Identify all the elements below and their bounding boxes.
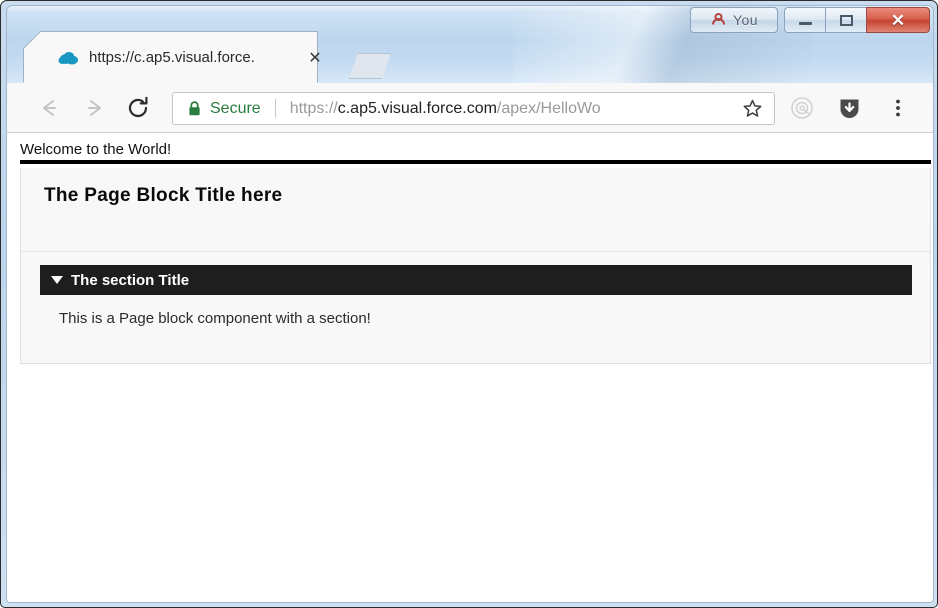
padlock-icon	[189, 101, 200, 116]
security-label: Secure	[210, 99, 261, 117]
back-button[interactable]	[34, 93, 64, 123]
back-arrow-icon	[43, 100, 56, 116]
close-button[interactable]: ✕	[866, 7, 930, 33]
section-body-text: This is a Page block component with a se…	[59, 310, 371, 327]
minimize-button[interactable]	[784, 7, 825, 33]
extension-circle-icon[interactable]	[789, 95, 815, 121]
profile-label: You	[732, 12, 759, 28]
shield-download-glyph	[840, 99, 858, 118]
extension-circle-glyph	[791, 97, 813, 119]
browser-window: https://c.ap5.visual.force. ✕ You ✕ Secu…	[0, 0, 938, 608]
window-controls: ✕	[784, 7, 930, 37]
three-dot-menu-glyph	[896, 99, 900, 117]
page-block-divider	[21, 251, 930, 252]
triangle-down-icon[interactable]	[51, 276, 63, 284]
url-host: c.ap5.visual.force.com	[337, 99, 497, 117]
url-prefix: https://	[289, 99, 338, 117]
url-text: https://c.ap5.visual.force.com/apex/Hell…	[290, 100, 743, 118]
three-dot-menu-icon[interactable]	[885, 95, 911, 121]
url-path: /apex/HelloWo	[496, 99, 601, 117]
salesforce-cloud-icon	[58, 52, 78, 65]
close-icon: ✕	[890, 10, 906, 30]
person-icon	[711, 12, 725, 25]
tab-close-icon[interactable]: ✕	[306, 50, 324, 68]
forward-arrow-icon	[88, 100, 101, 116]
browser-toolbar: Secure https://c.ap5.visual.force.com/ap…	[6, 83, 934, 133]
welcome-message: Welcome to the World!	[20, 141, 172, 158]
browser-window-inner: https://c.ap5.visual.force. ✕ You ✕ Secu…	[6, 5, 934, 603]
reload-icon	[128, 96, 148, 117]
horizontal-rule	[20, 160, 931, 164]
maximize-icon	[839, 14, 853, 26]
omnibox-divider	[274, 99, 276, 118]
page-block-title: The Page Block Title here	[44, 185, 283, 206]
page-block: The Page Block Title here The section Ti…	[20, 168, 931, 364]
forward-button[interactable]	[80, 93, 110, 123]
minimize-icon	[798, 22, 812, 25]
maximize-button[interactable]	[825, 7, 866, 33]
star-outline-icon[interactable]	[743, 99, 762, 118]
address-bar[interactable]: Secure https://c.ap5.visual.force.com/ap…	[172, 92, 775, 125]
shield-download-icon[interactable]	[836, 95, 862, 121]
tab-title[interactable]: https://c.ap5.visual.force.	[89, 49, 284, 66]
profile-button[interactable]: You	[690, 7, 778, 33]
reload-button[interactable]	[123, 93, 153, 123]
section-header[interactable]: The section Title	[40, 265, 912, 295]
section-title: The section Title	[71, 271, 190, 289]
